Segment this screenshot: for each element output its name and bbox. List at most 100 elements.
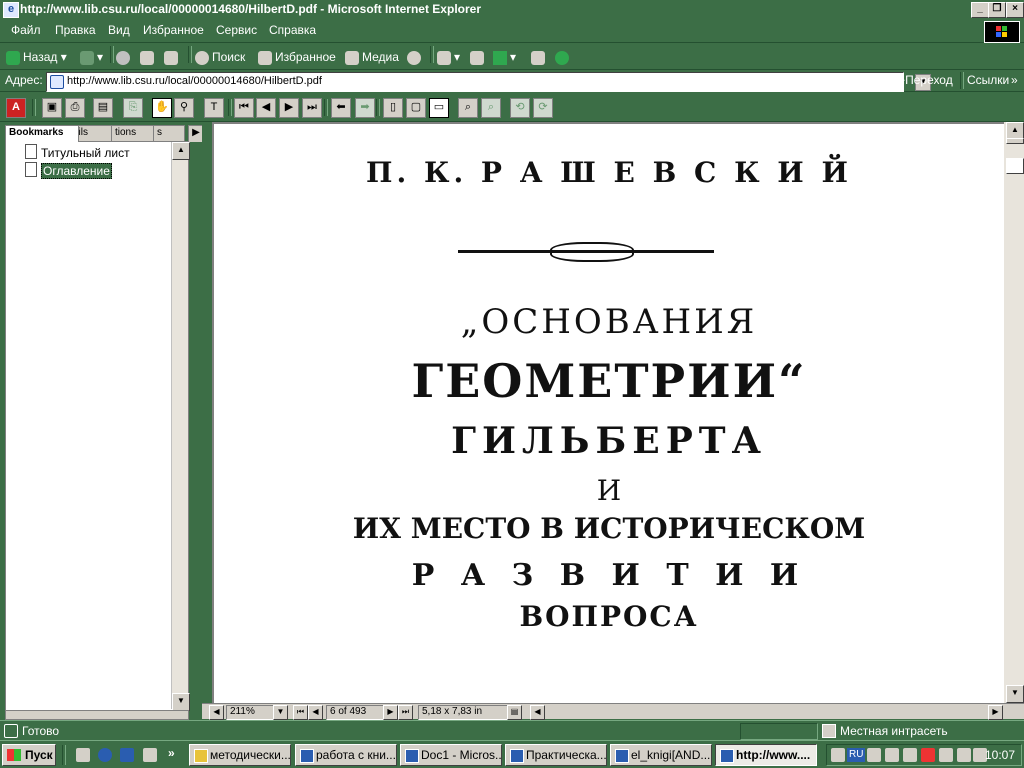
home-button[interactable] (164, 47, 181, 67)
scroll-left-button[interactable]: ◀ (530, 705, 545, 720)
close-button[interactable]: × (1006, 2, 1024, 18)
search-index-icon[interactable]: ⌕ (481, 98, 501, 118)
hand-tool-icon[interactable]: ✋ (152, 98, 172, 118)
quick-launch-chevron-icon[interactable]: » (168, 746, 175, 760)
taskbar-button[interactable]: Практическа... (505, 744, 607, 766)
forward-button[interactable]: ▾ (80, 47, 103, 67)
media-button[interactable]: Медиа (345, 47, 399, 67)
favorites-button[interactable]: Избранное (258, 47, 336, 67)
find-icon[interactable]: ⌕ (458, 98, 478, 118)
refresh-button[interactable] (140, 47, 157, 67)
discuss-button[interactable] (531, 47, 548, 67)
scroll-left-button[interactable]: ◀ (209, 705, 224, 720)
minimize-button[interactable]: _ (971, 2, 989, 18)
scroll-up-button[interactable]: ▲ (172, 142, 190, 160)
links-button[interactable]: Ссылки (967, 73, 1009, 87)
menu-help[interactable]: Справка (269, 23, 316, 37)
taskbar-button[interactable]: работа с кни... (295, 744, 397, 766)
zoom-tool-icon[interactable]: ⚲ (174, 98, 194, 118)
internet-explorer-icon[interactable] (98, 748, 112, 762)
menu-favorites[interactable]: Избранное (143, 23, 204, 37)
menu-tools[interactable]: Сервис (216, 23, 257, 37)
document-scrollbar[interactable]: ▲ ▼ (1004, 122, 1024, 703)
browser-status-bar: Готово Местная интрасеть (0, 720, 1024, 740)
title-bar[interactable]: e http://www.lib.csu.ru/local/0000001468… (0, 0, 1024, 19)
address-input[interactable]: http://www.lib.csu.ru/local/00000014680/… (46, 72, 931, 92)
menu-edit[interactable]: Правка (55, 23, 96, 37)
outlook-icon[interactable] (120, 748, 134, 762)
scroll-down-button[interactable]: ▼ (1006, 685, 1024, 703)
pdf-page[interactable]: П. К. Р А Ш Е В С К И Й „ОСНОВАНИЯ ГЕОМЕ… (212, 122, 1004, 703)
edit-button[interactable]: ▾ (493, 47, 516, 67)
page-number-field[interactable]: 6 of 493 (326, 705, 388, 720)
volume-icon[interactable] (957, 748, 971, 762)
go-back-icon[interactable]: ⬅ (331, 98, 351, 118)
tab-bookmarks[interactable]: Bookmarks (5, 125, 79, 142)
acrobat-logo-icon[interactable]: A (6, 98, 26, 118)
fit-in-window-icon[interactable]: ▢ (406, 98, 426, 118)
tray-app-icon[interactable] (939, 748, 953, 762)
tab-signatures[interactable]: s (153, 125, 185, 142)
antivirus-icon[interactable] (921, 748, 935, 762)
actual-size-icon[interactable]: ▯ (383, 98, 403, 118)
zoom-dropdown-icon[interactable]: ▼ (273, 705, 288, 720)
tray-app-icon[interactable] (885, 748, 899, 762)
rotate-left-icon[interactable]: ⟲ (510, 98, 530, 118)
bookmark-item[interactable]: Оглавление (25, 162, 112, 179)
split-handle[interactable] (1006, 138, 1024, 144)
page-status-icon (4, 724, 18, 738)
menu-file[interactable]: Файл (11, 23, 41, 37)
next-page-icon[interactable]: ▶ (279, 98, 299, 118)
first-page-button[interactable]: ⏮ (293, 705, 308, 720)
doc-author: П. К. Р А Ш Е В С К И Й (366, 156, 852, 189)
history-button[interactable] (407, 47, 424, 67)
maximize-button[interactable]: ❐ (988, 2, 1006, 18)
back-button[interactable]: Назад ▾ (6, 47, 67, 67)
bookmarks-scrollbar[interactable]: ▲ ▼ (171, 142, 190, 711)
rotate-right-icon[interactable]: ⟳ (533, 98, 553, 118)
mail-button[interactable]: ▾ (437, 47, 460, 67)
ie-icon (720, 749, 734, 763)
start-button[interactable]: Пуск (2, 744, 56, 766)
tray-app-icon[interactable] (867, 748, 881, 762)
print-icon[interactable]: ⎙ (65, 98, 85, 118)
go-button[interactable]: ↪Переход (895, 73, 953, 87)
taskbar-button[interactable]: http://www.... (715, 744, 817, 766)
bookmarks-hscrollbar[interactable] (5, 710, 189, 720)
text-select-tool-icon[interactable]: T (204, 98, 224, 118)
doc-title-line-5: ИХ МЕСТО В ИСТОРИЧЕСКОМ (352, 512, 866, 545)
tray-app-icon[interactable] (903, 748, 917, 762)
bookmark-item[interactable]: Титульный лист (25, 144, 130, 160)
scroll-right-button[interactable]: ▶ (988, 705, 1003, 720)
quick-launch-icon[interactable] (143, 748, 157, 762)
taskbar-button[interactable]: Doc1 - Micros... (400, 744, 502, 766)
scroll-thumb[interactable] (1006, 158, 1024, 174)
clock[interactable]: 10:07 (985, 748, 1015, 762)
show-navigation-pane-icon[interactable]: ▤ (93, 98, 113, 118)
taskbar-button[interactable]: методически... (189, 744, 291, 766)
network-icon[interactable] (831, 748, 845, 762)
copy-icon[interactable]: ⎘ (123, 98, 143, 118)
taskbar-button[interactable]: el_knigi[AND... (610, 744, 712, 766)
fit-width-icon[interactable]: ▭ (429, 98, 449, 118)
show-desktop-icon[interactable] (76, 748, 90, 762)
messenger-button[interactable] (555, 47, 572, 67)
page-layout-icon[interactable]: ▤ (507, 705, 522, 720)
last-page-button[interactable]: ⏭ (398, 705, 413, 720)
menu-view[interactable]: Вид (108, 23, 130, 37)
last-page-icon[interactable]: ⏭ (302, 98, 322, 118)
pane-splitter[interactable] (202, 122, 212, 719)
next-page-button[interactable]: ▶ (383, 705, 398, 720)
first-page-icon[interactable]: ⏮ (234, 98, 254, 118)
zoom-field[interactable]: 211% (226, 705, 276, 720)
go-forward-icon[interactable]: ➡ (355, 98, 375, 118)
previous-page-icon[interactable]: ◀ (256, 98, 276, 118)
links-chevron-icon[interactable]: » (1011, 73, 1018, 87)
search-button[interactable]: Поиск (195, 47, 245, 67)
save-icon[interactable]: ▣ (42, 98, 62, 118)
print-button[interactable] (470, 47, 487, 67)
previous-page-button[interactable]: ◀ (308, 705, 323, 720)
language-indicator[interactable]: RU (847, 748, 866, 762)
scroll-down-button[interactable]: ▼ (172, 693, 190, 711)
stop-button[interactable] (116, 47, 133, 67)
